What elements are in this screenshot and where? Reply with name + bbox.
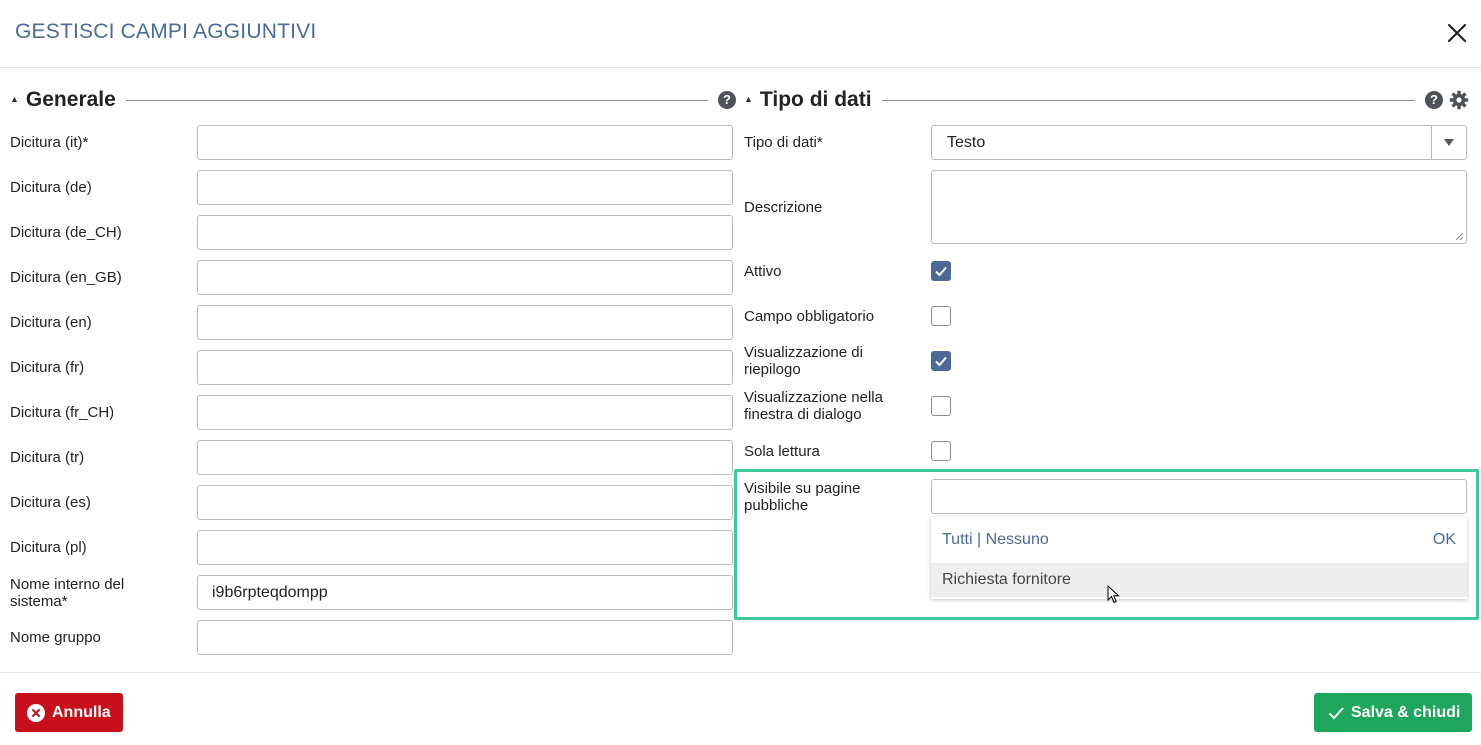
link-separator: | bbox=[976, 531, 982, 548]
dropdown-ok-button[interactable]: OK bbox=[1433, 531, 1456, 549]
footer-divider bbox=[0, 672, 1481, 673]
dialog-view-checkbox[interactable] bbox=[931, 396, 951, 416]
active-checkbox[interactable] bbox=[931, 261, 951, 281]
collapse-caret-icon[interactable]: ▲ bbox=[744, 94, 753, 104]
label-it-input[interactable] bbox=[197, 125, 733, 160]
required-label: Campo obbligatorio bbox=[744, 308, 875, 325]
mouse-cursor-icon bbox=[1107, 585, 1120, 604]
datatype-label: Tipo di dati* bbox=[744, 134, 823, 151]
dropdown-option-label: Richiesta fornitore bbox=[942, 571, 1071, 588]
label-en-input[interactable] bbox=[197, 305, 733, 340]
resize-grip-icon[interactable] bbox=[1455, 232, 1464, 241]
select-all-link[interactable]: Tutti bbox=[942, 531, 973, 548]
datatype-select-value: Testo bbox=[947, 134, 986, 151]
label-fr-ch-input[interactable] bbox=[197, 395, 733, 430]
label-de-input[interactable] bbox=[197, 170, 733, 205]
label-es-input[interactable] bbox=[197, 485, 733, 520]
field-label: Dicitura (de_CH) bbox=[10, 224, 122, 241]
required-checkbox[interactable] bbox=[931, 306, 951, 326]
dropdown-select-links: Tutti | Nessuno bbox=[942, 531, 1049, 549]
section-general-title: Generale bbox=[25, 88, 116, 111]
public-pages-input[interactable] bbox=[931, 479, 1467, 514]
label-de-ch-input[interactable] bbox=[197, 215, 733, 250]
field-label: Dicitura (fr) bbox=[10, 359, 85, 376]
label-tr-input[interactable] bbox=[197, 440, 733, 475]
section-datatype-title: Tipo di dati bbox=[759, 88, 872, 111]
field-label: Dicitura (en) bbox=[10, 314, 92, 331]
chevron-down-icon bbox=[1444, 139, 1454, 146]
group-name-input[interactable] bbox=[197, 620, 733, 655]
field-label: Dicitura (tr) bbox=[10, 449, 85, 466]
dialog-title: GESTISCI CAMPI AGGIUNTIVI bbox=[15, 20, 317, 43]
cancel-button-label: Annulla bbox=[52, 703, 111, 721]
label-fr-input[interactable] bbox=[197, 350, 733, 385]
description-textarea[interactable] bbox=[931, 170, 1467, 244]
dialog-view-label: Visualizzazione nella finestra di dialog… bbox=[744, 389, 883, 423]
select-none-link[interactable]: Nessuno bbox=[986, 531, 1049, 548]
field-label: Dicitura (de) bbox=[10, 179, 92, 196]
datatype-select[interactable]: Testo bbox=[931, 125, 1467, 160]
read-only-checkbox[interactable] bbox=[931, 441, 951, 461]
gear-icon[interactable] bbox=[1449, 90, 1469, 110]
active-label: Attivo bbox=[744, 263, 782, 280]
description-label: Descrizione bbox=[744, 199, 823, 216]
summary-view-label: Visualizzazione di riepilogo bbox=[744, 344, 863, 378]
dropdown-option[interactable]: Richiesta fornitore bbox=[931, 563, 1467, 597]
internal-name-input[interactable] bbox=[197, 575, 733, 610]
collapse-caret-icon[interactable]: ▲ bbox=[10, 94, 19, 104]
field-label: Dicitura (fr_CH) bbox=[10, 404, 115, 421]
close-icon[interactable] bbox=[1444, 20, 1470, 46]
field-label: Dicitura (en_GB) bbox=[10, 269, 122, 286]
save-close-button[interactable]: Salva & chiudi bbox=[1314, 693, 1472, 732]
help-icon[interactable]: ? bbox=[1425, 91, 1443, 109]
label-pl-input[interactable] bbox=[197, 530, 733, 565]
field-label: Nome interno del sistema* bbox=[10, 576, 125, 610]
label-en-gb-input[interactable] bbox=[197, 260, 733, 295]
section-datatype-header: ▲ Tipo di dati ? bbox=[744, 86, 1469, 114]
summary-view-checkbox[interactable] bbox=[931, 351, 951, 371]
public-pages-dropdown: Tutti | Nessuno OK Richiesta fornitore bbox=[931, 517, 1467, 599]
field-label: Dicitura (pl) bbox=[10, 539, 87, 556]
dropdown-toggle[interactable] bbox=[1431, 126, 1466, 159]
save-close-button-label: Salva & chiudi bbox=[1351, 703, 1461, 721]
section-general-header: ▲ Generale ? bbox=[10, 86, 736, 114]
read-only-label: Sola lettura bbox=[744, 443, 820, 460]
checkmark-icon bbox=[1328, 706, 1344, 719]
field-label: Nome gruppo bbox=[10, 629, 101, 646]
cancel-button[interactable]: Annulla bbox=[15, 693, 123, 732]
section-divider bbox=[881, 99, 1415, 101]
cancel-circle-icon bbox=[27, 703, 45, 722]
field-label: Dicitura (it)* bbox=[10, 134, 89, 151]
public-pages-label: Visibile su pagine pubbliche bbox=[744, 480, 861, 514]
dialog-header: GESTISCI CAMPI AGGIUNTIVI bbox=[0, 0, 1481, 68]
section-divider bbox=[125, 99, 708, 101]
help-icon[interactable]: ? bbox=[718, 91, 736, 109]
field-label: Dicitura (es) bbox=[10, 494, 91, 511]
